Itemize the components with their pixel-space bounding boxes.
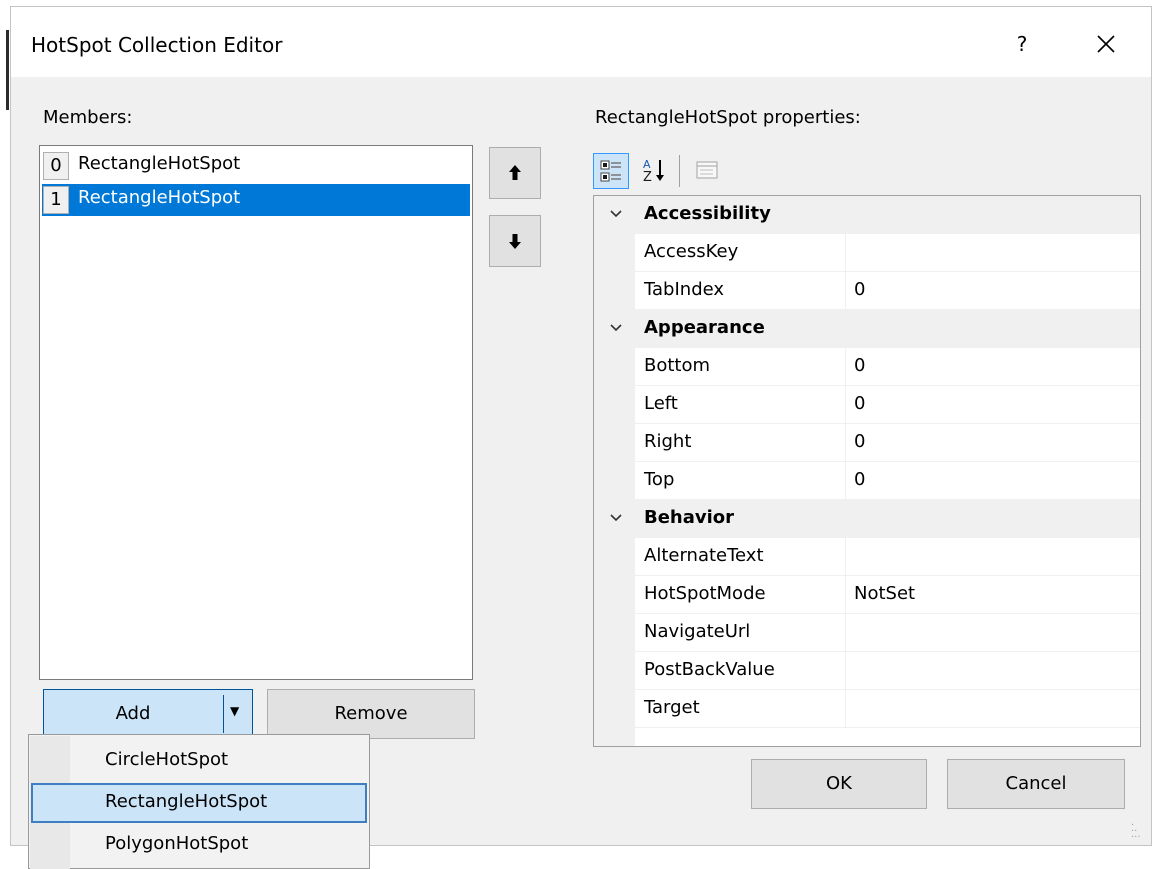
property-name: Left [644,393,678,414]
property-name: AlternateText [644,545,764,566]
category-label: Appearance [644,317,765,338]
menu-item-polygonhotspot[interactable]: PolygonHotSpot [31,825,367,865]
cancel-button[interactable]: Cancel [947,759,1125,809]
alphabetical-sort-icon: A Z [643,158,664,185]
ok-button-label: OK [826,773,852,794]
list-item-selected[interactable]: 1 RectangleHotSpot [42,184,470,216]
property-name: HotSpotMode [644,583,766,604]
members-label: Members: [43,107,133,128]
ok-button[interactable]: OK [751,759,927,809]
split-divider [223,695,224,733]
chevron-down-icon[interactable] [608,204,624,224]
add-split-button[interactable]: Add ▼ [43,689,253,739]
property-name: PostBackValue [644,659,775,680]
category-row-behavior[interactable]: Behavior [594,500,1140,538]
property-value[interactable]: 0 [854,393,865,414]
property-row-alternatetext[interactable]: AlternateText [594,538,1140,576]
property-row-postbackvalue[interactable]: PostBackValue [594,652,1140,690]
property-row-hotspotmode[interactable]: HotSpotMode NotSet [594,576,1140,614]
categorized-icon [600,160,621,182]
remove-button[interactable]: Remove [267,689,475,739]
hotspot-collection-editor-dialog: HotSpot Collection Editor ? Members: Rec… [10,6,1152,846]
close-button[interactable] [1089,27,1123,61]
arrow-up-icon [509,165,521,180]
property-row-left[interactable]: Left 0 [594,386,1140,424]
property-row-accesskey[interactable]: AccessKey [594,234,1140,272]
move-down-button[interactable] [489,215,541,267]
property-row-navigateurl[interactable]: NavigateUrl [594,614,1140,652]
menu-item-rectanglehotspot[interactable]: RectangleHotSpot [31,783,367,823]
property-name: TabIndex [644,279,725,300]
list-item[interactable]: 0 RectangleHotSpot [42,150,470,182]
category-label: Behavior [644,507,735,528]
categorized-button[interactable] [593,153,629,189]
property-name: AccessKey [644,241,739,262]
property-row-target[interactable]: Target [594,690,1140,728]
category-row-accessibility[interactable]: Accessibility [594,196,1140,234]
member-name: RectangleHotSpot [78,153,241,174]
property-row-right[interactable]: Right 0 [594,424,1140,462]
property-pages-icon [696,161,718,179]
member-index: 0 [43,152,69,180]
cancel-button-label: Cancel [1005,773,1067,794]
property-name: Top [644,469,675,490]
move-up-button[interactable] [489,147,541,199]
menu-item-label: RectangleHotSpot [105,791,268,812]
property-pages-button [689,153,725,189]
resize-grip-icon[interactable]: · ·· ··· [1131,821,1141,843]
dropdown-arrow-icon[interactable]: ▼ [230,704,239,718]
title-bar: HotSpot Collection Editor ? [11,7,1151,77]
category-row-appearance[interactable]: Appearance [594,310,1140,348]
help-button[interactable]: ? [1007,29,1037,59]
property-row-top[interactable]: Top 0 [594,462,1140,500]
property-name: Target [644,697,700,718]
property-name: Bottom [644,355,711,376]
property-name: Right [644,431,692,452]
svg-text:Z: Z [643,170,652,185]
window-title: HotSpot Collection Editor [31,33,283,57]
property-row-bottom[interactable]: Bottom 0 [594,348,1140,386]
menu-item-label: PolygonHotSpot [105,833,249,854]
property-value[interactable]: NotSet [854,583,915,604]
category-label: Accessibility [644,203,771,224]
remove-button-label: Remove [334,703,408,724]
property-name: NavigateUrl [644,621,751,642]
chevron-down-icon[interactable] [608,508,624,528]
close-icon [1097,35,1115,53]
property-value[interactable]: 0 [854,469,865,490]
add-button-label: Add [115,703,151,724]
properties-label: RectangleHotSpot properties: [595,107,861,128]
member-name: RectangleHotSpot [78,187,241,208]
menu-item-label: CircleHotSpot [105,749,229,770]
alphabetical-button[interactable]: A Z [637,153,673,189]
member-index: 1 [43,186,69,214]
chevron-down-icon[interactable] [608,318,624,338]
property-value[interactable]: 0 [854,431,865,452]
background-window-edge [0,0,10,866]
property-row-tabindex[interactable]: TabIndex 0 [594,272,1140,310]
menu-item-circlehotspot[interactable]: CircleHotSpot [31,741,367,781]
property-grid[interactable]: Accessibility AccessKey TabIndex 0 Appea… [593,195,1141,747]
property-value[interactable]: 0 [854,279,865,300]
toolbar-separator [679,155,680,187]
members-list[interactable]: 0 RectangleHotSpot 1 RectangleHotSpot [39,145,473,680]
add-type-menu: CircleHotSpot RectangleHotSpot PolygonHo… [28,734,370,869]
property-value[interactable]: 0 [854,355,865,376]
arrow-down-icon [509,234,521,249]
